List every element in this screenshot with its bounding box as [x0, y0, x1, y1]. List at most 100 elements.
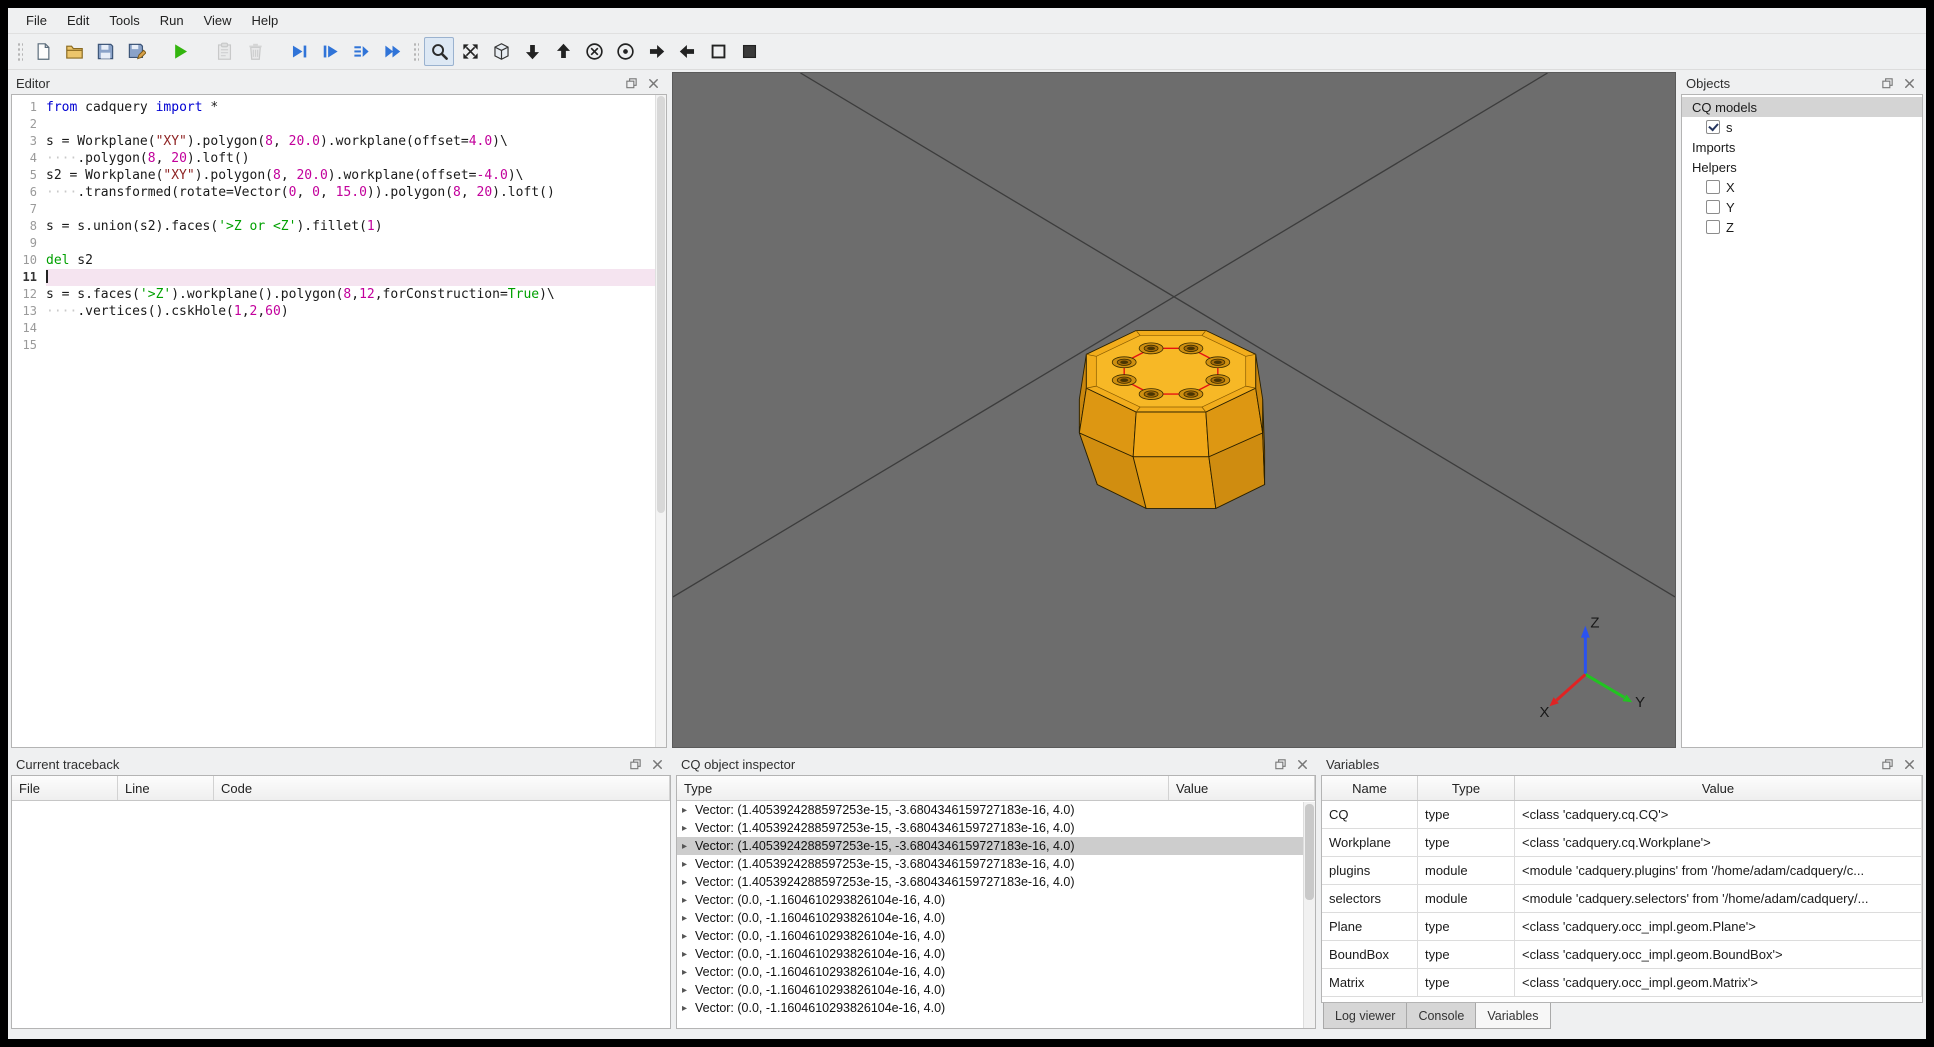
menu-file[interactable]: File [16, 9, 57, 32]
traceback-float-button[interactable] [626, 756, 644, 772]
block-step-button[interactable] [284, 37, 314, 66]
code-line-15[interactable]: 15 [12, 337, 666, 354]
code-line-14[interactable]: 14 [12, 320, 666, 337]
column-header-type[interactable]: Type [677, 776, 1169, 800]
code-line-2[interactable]: 2 [12, 116, 666, 133]
tree-item-z[interactable]: Z [1682, 217, 1922, 237]
top-view-button[interactable] [548, 37, 578, 66]
inspector-row[interactable]: ▸ Vector: (0.0, -1.1604610293826104e-16, … [677, 981, 1315, 999]
menu-run[interactable]: Run [150, 9, 194, 32]
code-line-12[interactable]: 12 s = s.faces('>Z').workplane().polygon(… [12, 286, 666, 303]
column-header-value[interactable]: Value [1515, 776, 1922, 800]
code-line-10[interactable]: 10 del s2 [12, 252, 666, 269]
column-header-code[interactable]: Code [214, 776, 670, 800]
code-line-9[interactable]: 9 [12, 235, 666, 252]
checkbox-x[interactable] [1706, 180, 1720, 194]
tree-item-helpers[interactable]: Helpers [1682, 157, 1922, 177]
expand-arrow-icon[interactable]: ▸ [682, 967, 695, 978]
inspector-float-button[interactable] [1271, 756, 1289, 772]
step-into-button[interactable] [346, 37, 376, 66]
fit-button[interactable] [424, 37, 454, 66]
code-line-5[interactable]: 5 s2 = Workplane("XY").polygon(8, 20.0).w… [12, 167, 666, 184]
bottom-view-button[interactable] [517, 37, 547, 66]
expand-arrow-icon[interactable]: ▸ [682, 877, 695, 888]
debug-button[interactable] [209, 37, 239, 66]
code-line-8[interactable]: 8 s = s.union(s2).faces('>Z or <Z').fille… [12, 218, 666, 235]
code-line-1[interactable]: 1 from cadquery import * [12, 99, 666, 116]
column-header-line[interactable]: Line [118, 776, 214, 800]
code-line-7[interactable]: 7 [12, 201, 666, 218]
inspector-scrollbar[interactable] [1303, 802, 1315, 1028]
iso-view-button[interactable] [486, 37, 516, 66]
viewport-3d[interactable]: X Y Z [672, 72, 1676, 748]
right-view-button[interactable] [641, 37, 671, 66]
column-header-value[interactable]: Value [1169, 776, 1315, 800]
code-editor[interactable]: 1 from cadquery import * 2 3 s = Workplane("… [11, 94, 667, 748]
inspector-row[interactable]: ▸ Vector: (0.0, -1.1604610293826104e-16, … [677, 909, 1315, 927]
editor-scrollbar-thumb[interactable] [657, 96, 665, 514]
tree-item-s[interactable]: s [1682, 117, 1922, 137]
variables-close-button[interactable] [1900, 756, 1918, 772]
inspector-row[interactable]: ▸ Vector: (1.4053924288597253e-15, -3.680… [677, 801, 1315, 819]
expand-arrow-icon[interactable]: ▸ [682, 985, 695, 996]
save-button[interactable] [90, 37, 120, 66]
variable-row[interactable]: Plane type <class 'cadquery.occ_impl.geom.… [1322, 913, 1922, 941]
variables-float-button[interactable] [1878, 756, 1896, 772]
expand-arrow-icon[interactable]: ▸ [682, 895, 695, 906]
code-line-3[interactable]: 3 s = Workplane("XY").polygon(8, 20.0).wo… [12, 133, 666, 150]
checkbox-z[interactable] [1706, 220, 1720, 234]
expand-arrow-icon[interactable]: ▸ [682, 859, 695, 870]
editor-float-button[interactable] [622, 75, 640, 91]
new-button[interactable] [28, 37, 58, 66]
column-header-file[interactable]: File [12, 776, 118, 800]
delete-button[interactable] [240, 37, 270, 66]
expand-arrow-icon[interactable]: ▸ [682, 823, 695, 834]
variable-row[interactable]: selectors module <module 'cadquery.selecto… [1322, 885, 1922, 913]
shaded-view-button[interactable] [734, 37, 764, 66]
checkbox-s[interactable] [1706, 120, 1720, 134]
step-button[interactable] [315, 37, 345, 66]
continue-button[interactable] [377, 37, 407, 66]
inspector-scrollbar-thumb[interactable] [1305, 804, 1314, 900]
expand-arrow-icon[interactable]: ▸ [682, 913, 695, 924]
inspector-row[interactable]: ▸ Vector: (0.0, -1.1604610293826104e-16, … [677, 963, 1315, 981]
menu-tools[interactable]: Tools [99, 9, 149, 32]
expand-arrow-icon[interactable]: ▸ [682, 841, 695, 852]
inspector-row[interactable]: ▸ Vector: (1.4053924288597253e-15, -3.680… [677, 873, 1315, 891]
traceback-close-button[interactable] [648, 756, 666, 772]
inspector-row[interactable]: ▸ Vector: (0.0, -1.1604610293826104e-16, … [677, 927, 1315, 945]
code-line-6[interactable]: 6 ····.transformed(rotate=Vector(0, 0, 15… [12, 184, 666, 201]
inspector-row[interactable]: ▸ Vector: (0.0, -1.1604610293826104e-16, … [677, 945, 1315, 963]
tree-item-imports[interactable]: Imports [1682, 137, 1922, 157]
tree-item-x[interactable]: X [1682, 177, 1922, 197]
expand-arrow-icon[interactable]: ▸ [682, 931, 695, 942]
save-as-button[interactable] [121, 37, 151, 66]
column-header-name[interactable]: Name [1322, 776, 1418, 800]
run-button[interactable] [165, 37, 195, 66]
objects-float-button[interactable] [1878, 75, 1896, 91]
inspector-row[interactable]: ▸ Vector: (1.4053924288597253e-15, -3.680… [677, 819, 1315, 837]
code-line-13[interactable]: 13 ····.vertices().cskHole(1,2,60) [12, 303, 666, 320]
wireframe-view-button[interactable] [703, 37, 733, 66]
front-view-button[interactable] [610, 37, 640, 66]
left-view-button[interactable] [672, 37, 702, 66]
tree-item-cq-models[interactable]: CQ models [1682, 97, 1922, 117]
expand-arrow-icon[interactable]: ▸ [682, 805, 695, 816]
expand-arrow-icon[interactable]: ▸ [682, 1003, 695, 1014]
tab-variables[interactable]: Variables [1475, 1002, 1551, 1029]
variable-row[interactable]: Workplane type <class 'cadquery.cq.Workpla… [1322, 829, 1922, 857]
checkbox-y[interactable] [1706, 200, 1720, 214]
inspector-close-button[interactable] [1293, 756, 1311, 772]
variable-row[interactable]: Matrix type <class 'cadquery.occ_impl.geom… [1322, 969, 1922, 997]
tab-log-viewer[interactable]: Log viewer [1323, 1003, 1408, 1029]
fit-all-button[interactable] [455, 37, 485, 66]
inspector-row[interactable]: ▸ Vector: (0.0, -1.1604610293826104e-16, … [677, 891, 1315, 909]
variable-row[interactable]: BoundBox type <class 'cadquery.occ_impl.ge… [1322, 941, 1922, 969]
editor-scrollbar[interactable] [655, 95, 666, 747]
expand-arrow-icon[interactable]: ▸ [682, 949, 695, 960]
open-button[interactable] [59, 37, 89, 66]
menu-help[interactable]: Help [242, 9, 289, 32]
variable-row[interactable]: CQ type <class 'cadquery.cq.CQ'> [1322, 801, 1922, 829]
code-line-4[interactable]: 4 ····.polygon(8, 20).loft() [12, 150, 666, 167]
menu-view[interactable]: View [194, 9, 242, 32]
